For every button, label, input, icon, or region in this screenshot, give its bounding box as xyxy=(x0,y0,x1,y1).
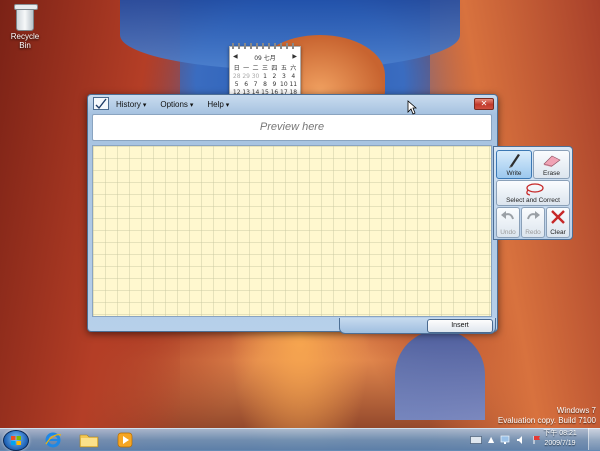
calendar-weekday: 三 xyxy=(261,65,268,72)
calendar-day[interactable]: 5 xyxy=(232,81,241,88)
calendar-weekday: 四 xyxy=(271,65,278,72)
volume-icon[interactable] xyxy=(516,435,526,445)
sky-reflection xyxy=(395,330,485,420)
media-player-icon xyxy=(117,432,133,447)
arrow-up-icon[interactable]: ▲ xyxy=(488,435,494,444)
writing-area[interactable] xyxy=(92,145,492,317)
windows-watermark: Windows 7 Evaluation copy. Build 7100 xyxy=(498,406,596,426)
menu-bar: History Options Help xyxy=(116,97,229,111)
calendar-weekday: 一 xyxy=(243,65,250,72)
calendar-day[interactable]: 29 xyxy=(241,73,250,80)
calendar-day[interactable]: 11 xyxy=(289,81,298,88)
preview-placeholder: Preview here xyxy=(259,121,325,133)
calendar-day[interactable]: 1 xyxy=(260,73,269,80)
keyboard-icon[interactable] xyxy=(470,435,482,444)
lasso-icon xyxy=(526,183,544,196)
calendar-day[interactable]: 9 xyxy=(270,81,279,88)
eraser-icon xyxy=(543,155,561,167)
watermark-build: Evaluation copy. Build 7100 xyxy=(497,416,596,425)
math-input-app-icon xyxy=(93,97,109,110)
redo-button[interactable]: Redo xyxy=(521,207,545,238)
network-icon[interactable] xyxy=(500,435,510,445)
taskbar-clock[interactable]: 下午 08:21 2009/7/19 xyxy=(538,429,582,449)
calendar-next-icon[interactable]: ▶ xyxy=(292,53,297,62)
calendar-day[interactable]: 4 xyxy=(289,73,298,80)
erase-label: Erase xyxy=(543,170,560,177)
calendar-gadget[interactable]: ◀ 09 七月 ▶ 日一二三四五六 28 29 30 1 2 3 4 5 6 7 8 9 10 11 12 13… xyxy=(229,43,301,104)
calendar-prev-icon[interactable]: ◀ xyxy=(233,53,238,62)
calendar-day[interactable]: 7 xyxy=(251,81,260,88)
undo-icon xyxy=(501,211,514,220)
mouse-cursor-icon xyxy=(407,100,417,115)
tools-panel: Write Erase Select and Correct Undo Redo xyxy=(493,146,573,240)
watermark-edition: Windows 7 xyxy=(556,406,596,415)
undo-label: Undo xyxy=(500,229,516,236)
taskbar-media-player[interactable] xyxy=(110,430,140,449)
clear-button[interactable]: Clear xyxy=(546,207,570,238)
close-button[interactable]: ✕ xyxy=(474,98,494,110)
start-button[interactable] xyxy=(3,430,29,451)
internet-explorer-icon xyxy=(45,432,62,447)
show-desktop-button[interactable] xyxy=(588,428,600,450)
clock-time: 下午 08:21 xyxy=(543,430,577,437)
calendar-day[interactable]: 28 xyxy=(232,73,241,80)
select-correct-label: Select and Correct xyxy=(506,197,560,204)
recycle-bin-icon xyxy=(13,4,38,31)
calendar-weekday: 日 xyxy=(233,65,240,72)
preview-area: Preview here xyxy=(92,114,492,141)
calendar-day[interactable]: 3 xyxy=(279,73,288,80)
calendar-day[interactable]: 6 xyxy=(241,81,250,88)
math-input-panel-window: History Options Help ✕ Preview here xyxy=(87,94,498,332)
recycle-bin-label: Recycle Bin xyxy=(10,32,40,50)
taskbar-internet-explorer[interactable] xyxy=(38,430,68,449)
redo-icon xyxy=(527,211,540,220)
calendar-weekday: 二 xyxy=(252,65,259,72)
calendar-rings xyxy=(232,43,298,49)
calendar-month-label: 09 七月 xyxy=(254,55,276,62)
pen-icon xyxy=(509,154,520,168)
clock-date: 2009/7/19 xyxy=(544,440,576,447)
undo-button[interactable]: Undo xyxy=(496,207,520,238)
write-label: Write xyxy=(506,170,522,177)
insert-button[interactable]: Insert xyxy=(427,319,493,333)
system-tray: ▲ xyxy=(470,430,542,449)
menu-help[interactable]: Help xyxy=(207,100,229,109)
recycle-bin-shortcut[interactable]: Recycle Bin xyxy=(4,4,46,50)
write-button[interactable]: Write xyxy=(496,150,532,179)
clear-x-icon xyxy=(551,210,565,224)
select-correct-button[interactable]: Select and Correct xyxy=(496,180,570,206)
calendar-day[interactable]: 10 xyxy=(279,81,288,88)
taskbar-explorer[interactable] xyxy=(74,430,104,449)
menu-history[interactable]: History xyxy=(116,100,146,109)
redo-label: Redo xyxy=(525,229,541,236)
clear-label: Clear xyxy=(550,229,566,236)
calendar-day[interactable]: 8 xyxy=(260,81,269,88)
menu-options[interactable]: Options xyxy=(160,100,193,109)
calendar-day[interactable]: 30 xyxy=(251,73,260,80)
erase-button[interactable]: Erase xyxy=(533,150,570,179)
calendar-weekday: 六 xyxy=(290,65,297,72)
folder-icon xyxy=(79,434,99,447)
calendar-day[interactable]: 2 xyxy=(270,73,279,80)
close-icon: ✕ xyxy=(480,99,488,108)
calendar-weekday: 五 xyxy=(280,65,287,72)
